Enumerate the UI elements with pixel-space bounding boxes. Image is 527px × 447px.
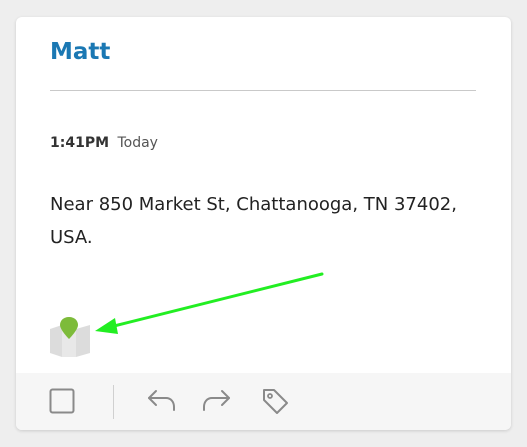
divider xyxy=(50,90,476,91)
reply-icon xyxy=(148,390,175,411)
location-address: Near 850 Market St, Chattanooga, TN 3740… xyxy=(50,194,457,248)
message-time: 1:41PM xyxy=(50,135,110,151)
map-pin-icon[interactable] xyxy=(50,317,90,357)
tag-button[interactable] xyxy=(259,385,291,417)
forward-button[interactable] xyxy=(200,385,232,417)
forward-icon xyxy=(203,390,230,411)
checkbox-icon xyxy=(49,388,75,414)
message-toolbar xyxy=(16,373,511,430)
message-timestamp: 1:41PM Today xyxy=(50,135,158,151)
message-card: Matt 1:41PM Today Near 850 Market St, Ch… xyxy=(16,17,511,430)
select-checkbox[interactable] xyxy=(46,385,78,417)
tag-icon xyxy=(263,389,288,414)
message-day: Today xyxy=(117,135,158,151)
reply-button[interactable] xyxy=(146,385,178,417)
toolbar-separator xyxy=(113,385,114,419)
sender-name: Matt xyxy=(50,39,111,65)
